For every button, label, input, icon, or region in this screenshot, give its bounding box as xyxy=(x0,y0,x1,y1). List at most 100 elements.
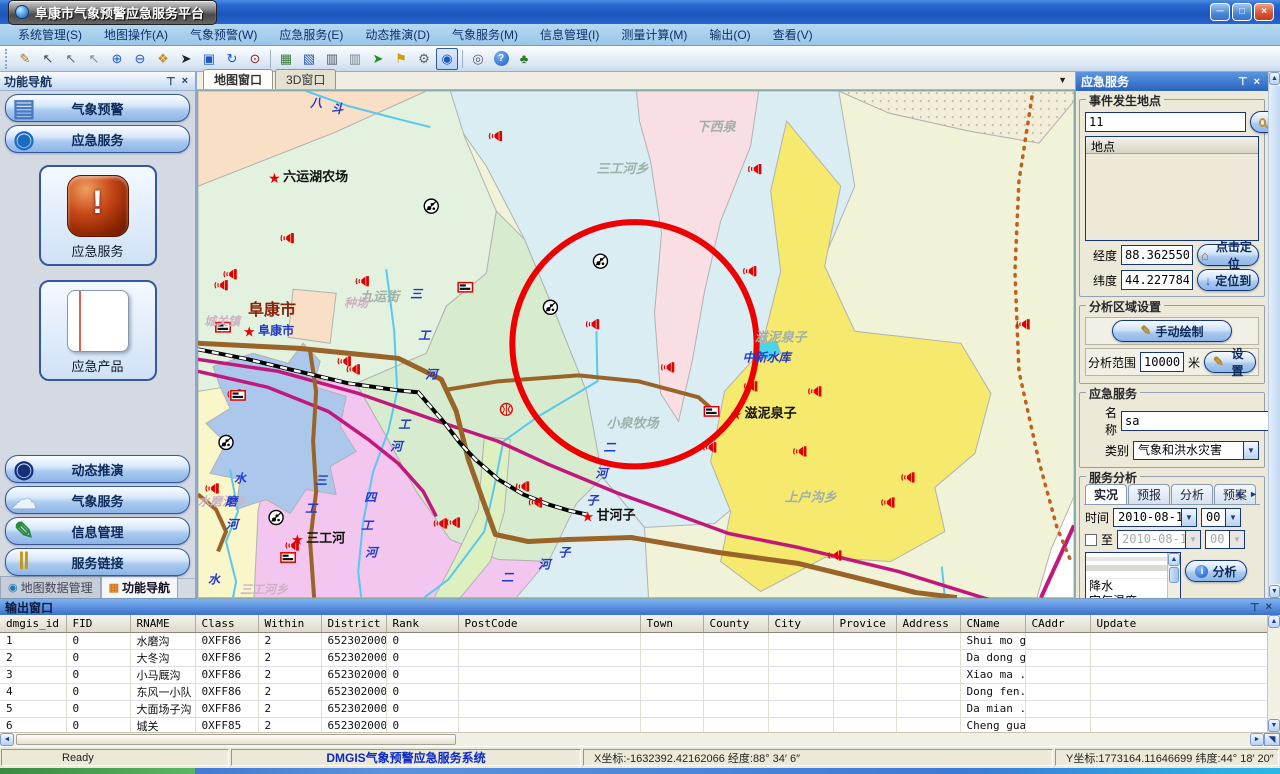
column-header-CName[interactable]: CName xyxy=(960,615,1025,632)
tab-实况[interactable]: 实况 xyxy=(1085,484,1127,504)
date-from-select[interactable]: 2010-08-13▼ xyxy=(1113,508,1197,527)
menu-地图操作(A)[interactable]: 地图操作(A) xyxy=(94,24,178,45)
column-header-City[interactable]: City xyxy=(768,615,833,632)
sidebar-item-应急服务[interactable]: 应急服务 xyxy=(5,125,190,153)
set-range-button[interactable]: ✎ 设置 xyxy=(1204,351,1256,373)
farm-machine-marker[interactable] xyxy=(269,510,283,524)
pointer-arrow-icon[interactable]: ➤ xyxy=(175,48,197,70)
chevron-down-icon[interactable]: ▼ xyxy=(1243,442,1258,459)
column-header-Address[interactable]: Address xyxy=(896,615,960,632)
column-header-District[interactable]: District xyxy=(321,615,386,632)
zoom-out-icon[interactable]: ⊖ xyxy=(129,48,151,70)
tab-分析[interactable]: 分析 xyxy=(1171,484,1213,504)
column-header-Within[interactable]: Within xyxy=(258,615,321,632)
map-export-icon[interactable]: ▦ xyxy=(275,48,297,70)
close-icon[interactable]: × xyxy=(179,75,191,87)
column-header-Rank[interactable]: Rank xyxy=(386,615,458,632)
column-header-Update[interactable]: Update xyxy=(1090,615,1267,632)
column-header-Town[interactable]: Town xyxy=(640,615,703,632)
table-row[interactable]: 30小马厩沟0XFF8626523020000Xiao ma ... xyxy=(0,666,1267,683)
output-vertical-scrollbar[interactable]: ▲ ▼ xyxy=(1267,615,1280,732)
pin-icon[interactable]: ⊤ xyxy=(1247,601,1263,614)
list-item[interactable]: 空气温度 xyxy=(1086,594,1167,598)
table-row[interactable]: 60城关0XFF8526523020000Cheng guan xyxy=(0,717,1267,732)
event-search-input[interactable] xyxy=(1085,112,1246,132)
menu-测量计算(M)[interactable]: 测量计算(M) xyxy=(611,24,697,45)
list-scrollbar[interactable]: ▲ xyxy=(1167,553,1180,598)
right-panel-scrollbar[interactable]: ▲ ▼ xyxy=(1268,72,1280,598)
pin-icon[interactable]: ⊤ xyxy=(163,75,179,88)
range-input[interactable] xyxy=(1140,352,1184,372)
column-header-CAddr[interactable]: CAddr xyxy=(1025,615,1090,632)
pin-marker-icon[interactable]: ⚑ xyxy=(390,48,412,70)
tab-scroll-arrows[interactable]: ◄ ► xyxy=(1234,489,1260,499)
tab-功能导航[interactable]: 功能导航 xyxy=(101,576,178,598)
column-header-FID[interactable]: FID xyxy=(66,615,130,632)
column-header-County[interactable]: County xyxy=(703,615,768,632)
image-export-icon[interactable]: ▧ xyxy=(298,48,320,70)
measure-icon[interactable]: ✎ xyxy=(14,48,36,70)
sidebar-item-动态推演[interactable]: 动态推演 xyxy=(5,455,190,483)
应急产品-button[interactable]: 应急产品 xyxy=(39,280,157,381)
place-list[interactable]: 地点 xyxy=(1085,136,1259,241)
sidebar-item-气象服务[interactable]: 气象服务 xyxy=(5,486,190,514)
refresh-icon[interactable]: ↻ xyxy=(221,48,243,70)
menu-动态推演(D)[interactable]: 动态推演(D) xyxy=(355,24,440,45)
column-header-Class[interactable]: Class xyxy=(195,615,258,632)
restore-button[interactable]: □ xyxy=(1232,3,1252,21)
service-name-input[interactable] xyxy=(1121,411,1268,431)
hour-from-select[interactable]: 00▼ xyxy=(1201,508,1241,527)
tab-地图窗口[interactable]: 地图窗口 xyxy=(203,69,273,89)
close-button[interactable]: × xyxy=(1254,3,1274,21)
select-feature-icon[interactable]: ➤ xyxy=(367,48,389,70)
column-header-PostCode[interactable]: PostCode xyxy=(458,615,640,632)
search-button[interactable]: 查找 xyxy=(1250,111,1268,133)
flag-marker[interactable] xyxy=(458,283,472,292)
clear-select-cursor-icon[interactable]: ↖ xyxy=(83,48,105,70)
pin-icon[interactable]: ⊤ xyxy=(1235,75,1251,88)
table-row[interactable]: 10水磨沟0XFF8626523020000Shui mo gou xyxy=(0,632,1267,649)
farm-machine-marker[interactable] xyxy=(219,435,233,449)
layer-tree-icon[interactable]: ♣ xyxy=(513,48,535,70)
scroll-thumb[interactable] xyxy=(1169,567,1179,583)
menu-查看(V)[interactable]: 查看(V) xyxy=(763,24,823,45)
close-icon[interactable]: × xyxy=(1251,76,1263,88)
tab-地图数据管理[interactable]: 地图数据管理 xyxy=(0,576,101,598)
scroll-thumb[interactable] xyxy=(16,734,456,745)
close-icon[interactable]: × xyxy=(1263,601,1275,613)
menu-输出(O)[interactable]: 输出(O) xyxy=(699,24,760,45)
flag-marker[interactable] xyxy=(704,407,718,416)
hour-to-select[interactable]: 00▼ xyxy=(1205,530,1245,549)
tab-预报[interactable]: 预报 xyxy=(1128,484,1170,504)
scroll-up-icon[interactable]: ▲ xyxy=(1268,615,1280,628)
print-preview-icon[interactable]: ▥ xyxy=(344,48,366,70)
scroll-down-icon[interactable]: ▼ xyxy=(1268,719,1280,732)
flag-marker[interactable] xyxy=(231,391,245,400)
goto-location-button[interactable]: ↓ 定位到 xyxy=(1197,269,1259,291)
print-icon[interactable]: ▥ xyxy=(321,48,343,70)
table-row[interactable]: 40东风一小队0XFF8626523020000Dong fen... xyxy=(0,683,1267,700)
select-cursor-icon[interactable]: ↖ xyxy=(37,48,59,70)
settings-gear-icon[interactable]: ⚙ xyxy=(413,48,435,70)
column-header-RNAME[interactable]: RNAME xyxy=(130,615,195,632)
menu-应急服务(E)[interactable]: 应急服务(E) xyxy=(269,24,353,45)
sidebar-item-服务链接[interactable]: 服务链接 xyxy=(5,548,190,576)
globe-tool-icon[interactable]: ◉ xyxy=(436,48,458,70)
identify-icon[interactable]: ⊙ xyxy=(244,48,266,70)
eye-visibility-icon[interactable]: ◎ xyxy=(467,48,489,70)
table-row[interactable]: 20大冬沟0XFF8626523020000Da dong gou xyxy=(0,649,1267,666)
zoom-in-icon[interactable]: ⊕ xyxy=(106,48,128,70)
panel-splitter-icon[interactable]: ◥ xyxy=(1264,733,1280,746)
scroll-down-icon[interactable]: ▼ xyxy=(1269,585,1280,598)
manual-draw-button[interactable]: ✎ 手动绘制 xyxy=(1112,320,1232,342)
latitude-field[interactable] xyxy=(1121,270,1193,290)
scroll-up-icon[interactable]: ▲ xyxy=(1168,553,1180,566)
column-header-dmgis_id[interactable]: dmgis_id xyxy=(0,615,66,632)
farm-machine-marker[interactable] xyxy=(593,254,607,268)
tab-3D窗口[interactable]: 3D窗口 xyxy=(275,69,336,89)
sidebar-item-气象预警[interactable]: 气象预警 xyxy=(5,94,190,122)
select-box-cursor-icon[interactable]: ↖ xyxy=(60,48,82,70)
window-list-icon[interactable]: ▼ xyxy=(1058,75,1067,85)
pan-hand-icon[interactable]: ❖ xyxy=(152,48,174,70)
column-header-Provice[interactable]: Provice xyxy=(833,615,896,632)
